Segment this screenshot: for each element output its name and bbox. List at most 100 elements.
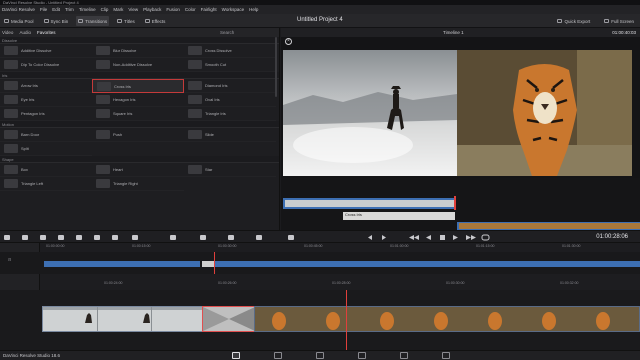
menu-edit[interactable]: Edit: [52, 7, 60, 12]
timeline-selector[interactable]: Timeline 1: [443, 30, 464, 35]
fairlight-page-icon[interactable]: [400, 352, 408, 359]
library-scrollbar[interactable]: [275, 37, 277, 97]
sync-bin-icon: [43, 19, 49, 23]
transition-item[interactable]: Oval Iris: [184, 93, 276, 107]
transition-thumbnail: [188, 81, 202, 90]
ruler-tick: 01:00:30:00: [446, 281, 465, 285]
menu-bar: DaVinci Resolve File Edit Trim Timeline …: [0, 5, 640, 14]
menu-color[interactable]: Color: [185, 7, 196, 12]
edit-page-icon[interactable]: [274, 352, 282, 359]
transition-thumbnail: [4, 95, 18, 104]
transition-thumbnail: [4, 60, 18, 69]
transition-thumbnail: [96, 165, 110, 174]
transition-item[interactable]: Blur Dissolve: [92, 44, 184, 58]
menu-fairlight[interactable]: Fairlight: [201, 7, 217, 12]
color-page-icon[interactable]: [358, 352, 366, 359]
sync-bin-button[interactable]: Sync Bin: [42, 16, 71, 26]
transition-item[interactable]: Arrow Iris: [0, 79, 92, 93]
menu-workspace[interactable]: Workspace: [222, 7, 244, 12]
search-input[interactable]: Search: [220, 29, 276, 36]
transition-item[interactable]: Smooth Cut: [184, 58, 276, 72]
transition-item[interactable]: Triangle Right: [92, 177, 184, 191]
menu-help[interactable]: Help: [249, 7, 258, 12]
transition-item[interactable]: Eye Iris: [0, 93, 92, 107]
section-motion[interactable]: Motion: [0, 121, 279, 128]
outgoing-clip[interactable]: [42, 306, 204, 332]
transition-item[interactable]: Diamond Iris: [184, 79, 276, 93]
transition-thumbnail: [4, 144, 18, 153]
menu-playback[interactable]: Playback: [143, 7, 161, 12]
transition-item[interactable]: Cross Dissolve: [184, 44, 276, 58]
transition-item-selected[interactable]: Cross Iris: [92, 79, 184, 93]
menu-view[interactable]: View: [128, 7, 138, 12]
deliver-page-icon[interactable]: [442, 352, 450, 359]
transition-thumbnail: [97, 81, 111, 91]
transition-item[interactable]: Square Iris: [92, 107, 184, 121]
transition-thumbnail: [188, 130, 202, 139]
full-screen-button[interactable]: Full Screen: [602, 16, 636, 26]
ruler-tick: 01:00:30:00: [218, 244, 237, 248]
menu-mark[interactable]: Mark: [113, 7, 123, 12]
transition-thumbnail: [188, 109, 202, 118]
transition-item[interactable]: Triangle Left: [0, 177, 92, 191]
viewer-timecode: 01:00:40:03: [612, 30, 636, 35]
transport-timecode: 01:00:28:06: [596, 234, 628, 240]
media-pool-button[interactable]: Media Pool: [2, 16, 36, 26]
fusion-page-icon[interactable]: [316, 352, 324, 359]
transition-item[interactable]: Push: [92, 128, 184, 142]
transition-item[interactable]: Star: [184, 163, 276, 177]
ruler-tick: 01:00:45:00: [304, 244, 323, 248]
cut-page-icon[interactable]: [232, 352, 240, 359]
lower-ruler[interactable]: 01:00:24:00 01:00:26:00 01:00:28:00 01:0…: [40, 274, 640, 290]
viewer-mini-timeline[interactable]: Cross Iris: [281, 178, 640, 230]
incoming-clip[interactable]: [254, 306, 640, 332]
transitions-library: Video Audio Favorites Search Dissolve Ad…: [0, 28, 280, 230]
transition-item[interactable]: Dip To Color Dissolve: [0, 58, 92, 72]
menu-trim[interactable]: Trim: [65, 7, 74, 12]
upper-ruler[interactable]: 01:00:00:00 01:00:15:00 01:00:30:00 01:0…: [40, 243, 640, 252]
main-timeline-track[interactable]: [0, 290, 640, 350]
transition-item[interactable]: Additive Dissolve: [0, 44, 92, 58]
effects-button[interactable]: Effects: [143, 16, 168, 26]
playhead[interactable]: [346, 290, 347, 350]
menu-clip[interactable]: Clip: [101, 7, 109, 12]
menu-file[interactable]: File: [40, 7, 47, 12]
transitions-button[interactable]: Transitions: [76, 16, 110, 26]
transition-item[interactable]: Split: [0, 142, 92, 156]
transition-item[interactable]: Barn Door: [0, 128, 92, 142]
close-icon[interactable]: ×: [285, 38, 292, 45]
transition-item[interactable]: Pentagon Iris: [0, 107, 92, 121]
svg-text:⊟: ⊟: [8, 257, 11, 262]
ruler-tick: 01:00:32:00: [560, 281, 579, 285]
titles-button[interactable]: Titles: [115, 16, 137, 26]
tab-video[interactable]: Video: [2, 30, 13, 35]
transport-bar: 01:00:28:06: [0, 230, 640, 243]
top-toolbar: Media Pool Sync Bin Transitions Titles E…: [0, 14, 640, 28]
transition-thumbnail: [188, 60, 202, 69]
tab-favorites[interactable]: Favorites: [37, 30, 56, 35]
transition-item[interactable]: Non-Additive Dissolve: [92, 58, 184, 72]
page-switcher: [232, 352, 450, 359]
transition-thumbnail: [4, 165, 18, 174]
section-shape[interactable]: Shape: [0, 156, 279, 163]
menu-fusion[interactable]: Fusion: [166, 7, 180, 12]
transition-item[interactable]: Box: [0, 163, 92, 177]
transition-item[interactable]: Hexagon Iris: [92, 93, 184, 107]
transitions-icon: [78, 19, 84, 23]
transition-item[interactable]: Slide: [184, 128, 276, 142]
tab-audio[interactable]: Audio: [19, 30, 31, 35]
transition-thumbnail: [188, 95, 202, 104]
section-dissolve[interactable]: Dissolve: [0, 37, 279, 44]
ruler-tick: 01:01:00:00: [390, 244, 409, 248]
transition-item[interactable]: Heart: [92, 163, 184, 177]
section-iris[interactable]: Iris: [0, 72, 279, 79]
quick-export-button[interactable]: Quick Export: [555, 16, 592, 26]
transition-thumbnail: [96, 46, 110, 55]
menu-davinci[interactable]: DaVinci Resolve: [2, 7, 35, 12]
transition-item[interactable]: Triangle Iris: [184, 107, 276, 121]
viewer-header: Timeline 1 01:00:40:03: [281, 28, 640, 37]
upper-overview-track[interactable]: ⊟: [0, 252, 640, 274]
menu-timeline[interactable]: Timeline: [79, 7, 96, 12]
rider-image: [283, 86, 457, 163]
transition-on-timeline[interactable]: [202, 306, 256, 332]
